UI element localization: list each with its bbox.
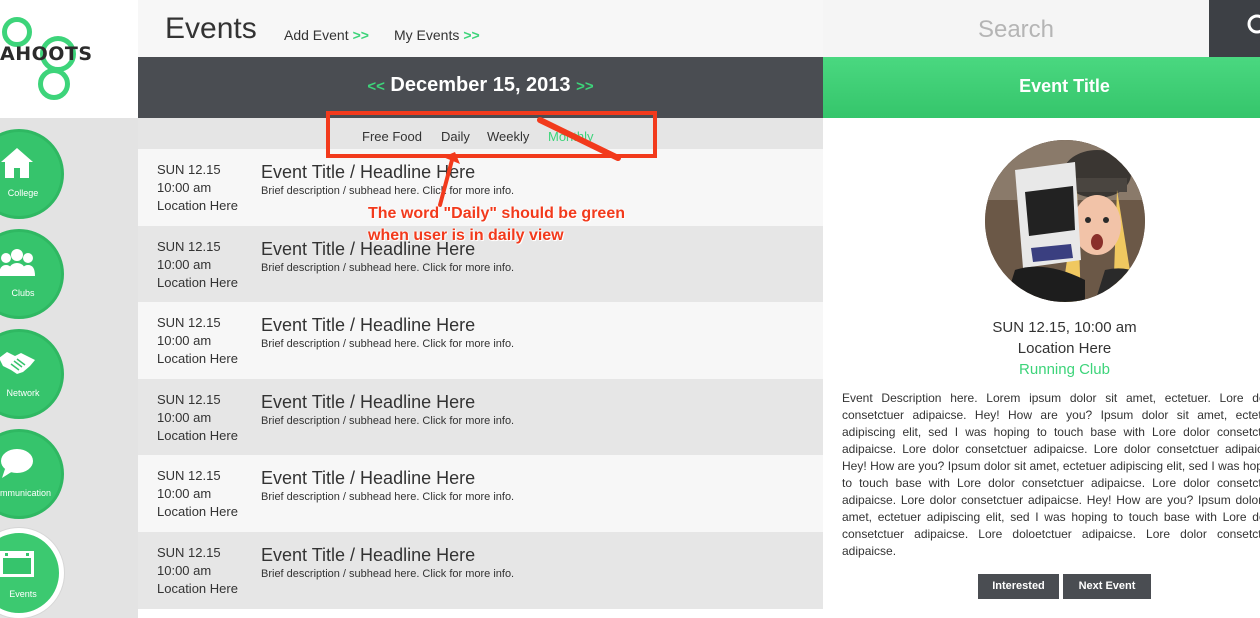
filter-free-food[interactable]: Free Food xyxy=(362,129,422,144)
event-datetime: SUN 12.15 10:00 am Location Here xyxy=(157,544,238,598)
my-events-arrows: >> xyxy=(463,27,480,43)
handshake-icon xyxy=(0,352,35,374)
search-button[interactable] xyxy=(1209,0,1260,57)
event-datetime: SUN 12.15 10:00 am Location Here xyxy=(157,238,238,292)
event-detail-header: Event Title xyxy=(823,57,1260,118)
event-title[interactable]: Event Title / Headline Here xyxy=(261,239,475,260)
event-description: Brief description / subhead here. Click … xyxy=(261,262,515,274)
nav-item-communication[interactable]: ommunication xyxy=(0,429,64,519)
event-photo-image xyxy=(985,140,1145,302)
next-date-button[interactable]: >> xyxy=(576,78,594,95)
event-detail-panel: SUN 12.15, 10:00 am Location Here Runnin… xyxy=(823,118,1260,618)
event-time: 10:00 am xyxy=(157,563,212,578)
event-day: SUN 12.15 xyxy=(157,162,221,177)
nav-item-college[interactable]: College xyxy=(0,129,64,219)
nav-label: Network xyxy=(6,388,40,398)
event-time: 10:00 am xyxy=(157,410,212,425)
event-day: SUN 12.15 xyxy=(157,315,221,330)
nav-label: ommunication xyxy=(0,488,52,498)
page-title: Events xyxy=(165,12,257,45)
next-event-button[interactable]: Next Event xyxy=(1063,574,1151,599)
event-location: Location Here xyxy=(157,428,238,443)
event-row[interactable]: SUN 12.15 10:00 am Location Here Event T… xyxy=(138,302,823,379)
search-input[interactable] xyxy=(823,0,1209,57)
event-row[interactable]: SUN 12.15 10:00 am Location Here Event T… xyxy=(138,149,823,226)
sidebar-nav: AHOOTS College Clubs Network ommunicatio… xyxy=(0,0,138,618)
event-detail-description: Event Description here. Lorem ipsum dolo… xyxy=(842,391,1260,558)
event-title[interactable]: Event Title / Headline Here xyxy=(261,392,475,413)
add-event-link[interactable]: Add Event >> xyxy=(284,27,369,43)
event-title[interactable]: Event Title / Headline Here xyxy=(261,315,475,336)
event-description: Brief description / subhead here. Click … xyxy=(261,491,515,503)
nav-label: Events xyxy=(9,589,37,599)
event-description: Brief description / subhead here. Click … xyxy=(261,415,515,427)
logo-ring-icon xyxy=(38,68,70,100)
event-time: 10:00 am xyxy=(157,486,212,501)
event-description: Brief description / subhead here. Click … xyxy=(261,568,515,580)
add-event-arrows: >> xyxy=(352,27,369,43)
event-datetime: SUN 12.15 10:00 am Location Here xyxy=(157,467,238,521)
current-date: December 15, 2013 xyxy=(390,74,571,96)
event-photo xyxy=(985,140,1145,302)
event-description: Brief description / subhead here. Click … xyxy=(261,338,515,350)
event-datetime: SUN 12.15 10:00 am Location Here xyxy=(157,314,238,368)
event-location: Location Here xyxy=(157,351,238,366)
event-row[interactable]: SUN 12.15 10:00 am Location Here Event T… xyxy=(138,455,823,532)
event-location: Location Here xyxy=(157,275,238,290)
interested-button[interactable]: Interested xyxy=(978,574,1059,599)
event-row[interactable]: SUN 12.15 10:00 am Location Here Event T… xyxy=(138,379,823,456)
event-detail-location: Location Here xyxy=(1017,340,1112,357)
event-location: Location Here xyxy=(157,504,238,519)
nav-item-clubs[interactable]: Clubs xyxy=(0,229,64,319)
event-datetime: SUN 12.15 10:00 am Location Here xyxy=(157,391,238,445)
nav-label: Clubs xyxy=(11,288,35,298)
event-day: SUN 12.15 xyxy=(157,239,221,254)
event-location: Location Here xyxy=(157,198,238,213)
calendar-icon xyxy=(0,551,34,577)
date-bar: << December 15, 2013 >> xyxy=(138,57,823,118)
search-icon xyxy=(1247,14,1260,34)
event-detail-datetime: SUN 12.15, 10:00 am xyxy=(992,319,1137,336)
event-description: Brief description / subhead here. Click … xyxy=(261,185,515,197)
my-events-label: My Events xyxy=(394,27,460,43)
event-detail-title: Event Title xyxy=(1019,76,1110,96)
event-time: 10:00 am xyxy=(157,257,212,272)
event-time: 10:00 am xyxy=(157,333,212,348)
event-title[interactable]: Event Title / Headline Here xyxy=(261,162,475,183)
add-event-label: Add Event xyxy=(284,27,349,43)
date-navigator: << December 15, 2013 >> xyxy=(138,74,823,97)
event-row[interactable]: SUN 12.15 10:00 am Location Here Event T… xyxy=(138,532,823,609)
event-day: SUN 12.15 xyxy=(157,468,221,483)
filter-monthly[interactable]: Monthly xyxy=(548,129,594,144)
logo-text: AHOOTS xyxy=(0,43,93,65)
filter-weekly[interactable]: Weekly xyxy=(487,129,529,144)
event-row[interactable]: SUN 12.15 10:00 am Location Here Event T… xyxy=(138,226,823,303)
event-title[interactable]: Event Title / Headline Here xyxy=(261,545,475,566)
event-datetime: SUN 12.15 10:00 am Location Here xyxy=(157,161,238,215)
events-header: Events Add Event >> My Events >> xyxy=(138,0,823,57)
nav-item-network[interactable]: Network xyxy=(0,329,64,419)
my-events-link[interactable]: My Events >> xyxy=(394,27,480,43)
filter-bar: Free Food Daily Weekly Monthly xyxy=(138,118,823,149)
event-location: Location Here xyxy=(157,581,238,596)
house-icon xyxy=(1,148,33,178)
nav-label: College xyxy=(7,188,39,198)
event-detail-club-link[interactable]: Running Club xyxy=(823,361,1260,378)
speech-bubble-icon xyxy=(1,449,33,478)
logo[interactable]: AHOOTS xyxy=(0,0,138,118)
event-day: SUN 12.15 xyxy=(157,545,221,560)
event-list: SUN 12.15 10:00 am Location Here Event T… xyxy=(138,149,823,618)
event-title[interactable]: Event Title / Headline Here xyxy=(261,468,475,489)
nav-item-events[interactable]: Events xyxy=(0,528,64,618)
event-day: SUN 12.15 xyxy=(157,392,221,407)
search-bar xyxy=(823,0,1209,57)
prev-date-button[interactable]: << xyxy=(367,78,385,95)
filter-daily[interactable]: Daily xyxy=(441,129,470,144)
event-time: 10:00 am xyxy=(157,180,212,195)
people-icon xyxy=(0,249,35,276)
